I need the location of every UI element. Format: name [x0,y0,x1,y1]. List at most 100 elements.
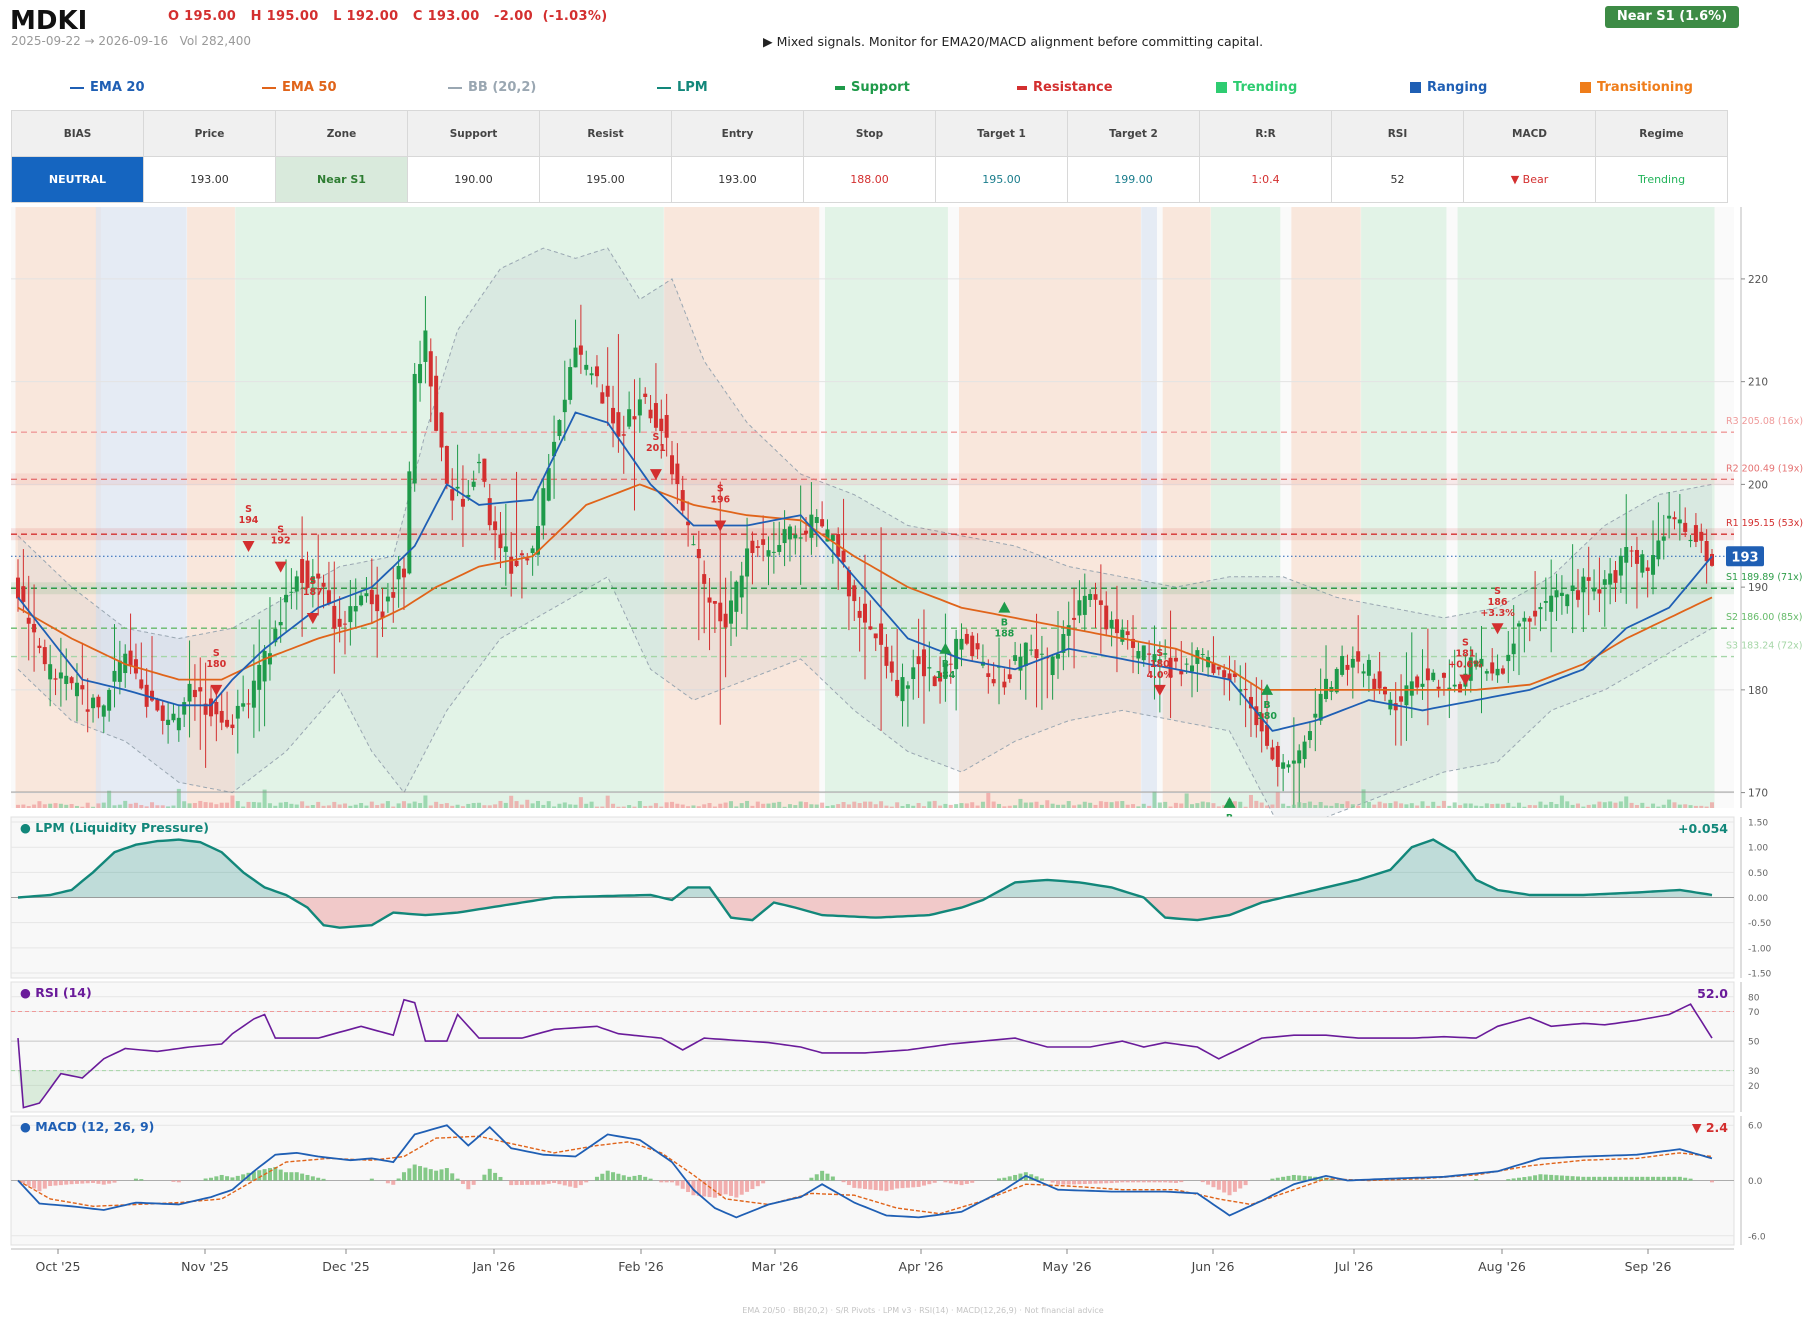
candle-body [1581,576,1586,593]
volume-bar [1645,806,1650,808]
volume-bar [1179,803,1184,808]
volume-bar [1661,804,1666,808]
volume-bar [1377,801,1382,808]
candle-body [1441,672,1446,678]
macd-histogram-bar [621,1175,626,1181]
volume-bar [246,801,251,808]
volume-bar [863,801,867,808]
volume-bar [1447,805,1452,808]
volume-bar [1206,802,1211,808]
volume-bar [594,806,599,808]
macd-histogram-bar [455,1178,460,1181]
volume-bar [1677,804,1682,808]
lpm-tick-label: -0.50 [1748,919,1772,929]
candle-body [1077,600,1082,616]
value-entry: 193.00 [671,156,804,203]
macd-histogram-bar [1586,1176,1591,1181]
candle-body [670,455,675,475]
macd-histogram-bar [546,1180,551,1184]
candle-body [1683,522,1688,532]
volume-bar [1468,803,1473,808]
volume-bar [589,801,594,808]
legend-item-transitioning: Transitioning [1580,80,1693,95]
macd-histogram-bar [1629,1176,1634,1181]
candle-body [1490,662,1495,674]
macd-histogram-bar [1291,1174,1296,1181]
candle-body [1265,725,1270,746]
candle-body [1270,747,1275,760]
rsi-tick-label: 70 [1748,1008,1760,1018]
volume-bar [1029,802,1034,808]
volume-bar [42,804,47,808]
volume-bar [332,801,337,808]
volume-bar [1238,801,1243,808]
volume-bar [348,805,353,808]
candle-body [53,678,58,680]
candle-body [1710,553,1714,566]
candle-body [439,412,444,448]
signal-message: ▶ Mixed signals. Monitor for EMA20/MACD … [763,34,1264,49]
candle-body [1114,619,1119,634]
candle-body [225,719,230,727]
macd-histogram-bar [1222,1180,1227,1193]
macd-histogram-bar [1131,1180,1136,1183]
macd-histogram-bar [235,1175,240,1181]
volume-bar [112,805,117,808]
candle-body [1318,693,1323,721]
volume-bar [519,804,524,808]
candle-body [1023,642,1028,667]
macd-histogram-bar [884,1180,889,1192]
volume-bar [1184,793,1189,808]
candle-body [954,638,959,670]
time-tick-label: May '26 [1042,1259,1091,1274]
candle-body [632,416,637,420]
macd-histogram-bar [552,1180,557,1183]
price-tick-label: 200 [1748,479,1768,491]
header-bias: BIAS [11,110,144,157]
macd-histogram-bar [101,1180,106,1185]
sell-signal-price: 196 [710,494,730,505]
macd-histogram-bar [1656,1176,1661,1181]
sell-signal-label: S [245,504,252,515]
lpm-tick-label: 1.50 [1748,819,1768,829]
candle-body [343,623,348,625]
volume-bar [997,803,1002,808]
candle-body [48,664,53,680]
legend-item-bb-20-2: BB (20,2) [448,80,536,95]
candle-body [611,407,616,424]
volume-bar [128,803,133,808]
volume-bar [1393,801,1398,808]
volume-readout: Vol 282,400 [179,34,252,48]
macd-histogram-bar [482,1174,487,1181]
macd-histogram-bar [1302,1175,1307,1181]
volume-bar [1372,804,1377,808]
macd-histogram-bar [305,1174,310,1181]
volume-bar [343,803,348,808]
candle-body [1704,541,1709,562]
header-macd: MACD [1463,110,1596,157]
volume-bar [1023,802,1028,808]
candle-body [750,540,755,554]
candle-body [889,661,894,673]
volume-bar [1318,801,1323,808]
time-tick-label: Aug '26 [1478,1259,1526,1274]
candle-body [418,364,423,384]
volume-bar [1313,805,1318,808]
candle-body [927,667,932,669]
candle-body [745,548,750,577]
candle-body [353,606,358,612]
volume-bar [1366,801,1371,808]
candle-body [1667,515,1672,519]
volume-bar [1420,801,1425,808]
candle-body [911,667,916,680]
macd-histogram-bar [755,1180,760,1187]
volume-bar [1409,803,1414,808]
legend-label: Trending [1233,80,1298,95]
macd-histogram-bar [1114,1180,1119,1183]
volume-bar [1554,804,1559,808]
macd-histogram-bar [471,1180,476,1185]
macd-histogram-bar [1200,1180,1205,1183]
candle-body [621,434,626,436]
volume-bar [439,803,444,808]
candle-body [1452,684,1457,687]
